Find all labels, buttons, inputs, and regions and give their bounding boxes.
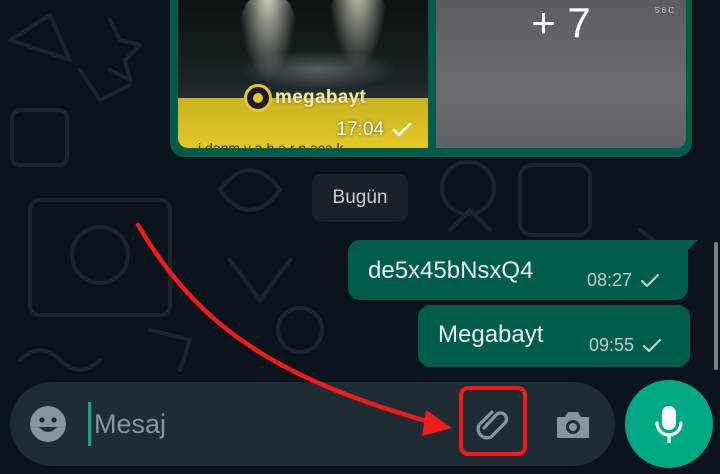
chat-scrollbar[interactable] bbox=[714, 242, 718, 370]
emoji-button[interactable] bbox=[28, 404, 68, 444]
album-timestamp: 17:04 bbox=[336, 119, 412, 141]
single-check-icon bbox=[392, 122, 412, 137]
microphone-icon bbox=[655, 406, 683, 443]
single-check-icon bbox=[640, 273, 660, 287]
album-photo-tile[interactable]: megabayt i dənm y ə h ə r n əcə k 17:04 bbox=[178, 0, 428, 148]
brand-logo-icon bbox=[244, 84, 272, 112]
album-more-tile[interactable]: + 7 5:6 C bbox=[436, 0, 686, 148]
more-photos-count: + 7 bbox=[531, 0, 591, 46]
camera-icon bbox=[557, 412, 589, 438]
message-meta: 09:55 bbox=[589, 335, 662, 356]
text-caret bbox=[88, 402, 91, 446]
highlight-box bbox=[459, 386, 527, 456]
message-text: de5x45bNsxQ4 bbox=[368, 257, 534, 284]
album-caption-snippet: i dənm y ə h ə r n əcə k bbox=[198, 140, 344, 148]
emoji-icon bbox=[30, 406, 66, 442]
outgoing-message[interactable]: de5x45bNsxQ4 08:27 bbox=[348, 240, 698, 300]
message-text: Megabayt bbox=[438, 321, 544, 348]
album-corner-note: 5:6 C bbox=[654, 6, 674, 15]
message-meta: 08:27 bbox=[587, 270, 660, 291]
brand-name: megabayt bbox=[275, 87, 367, 108]
brand-watermark: megabayt bbox=[244, 84, 366, 112]
outgoing-message[interactable]: Megabayt 09:55 bbox=[418, 305, 690, 367]
voice-message-button[interactable] bbox=[625, 380, 713, 468]
message-input[interactable] bbox=[94, 400, 434, 448]
album-time: 17:04 bbox=[336, 119, 384, 140]
message-time: 08:27 bbox=[586, 270, 632, 290]
date-separator: Bugün bbox=[312, 174, 408, 222]
message-time: 09:55 bbox=[588, 335, 634, 355]
single-check-icon bbox=[642, 338, 662, 352]
camera-button[interactable] bbox=[552, 404, 594, 446]
media-album-bubble[interactable]: megabayt i dənm y ə h ə r n əcə k 17:04 … bbox=[170, 0, 692, 157]
